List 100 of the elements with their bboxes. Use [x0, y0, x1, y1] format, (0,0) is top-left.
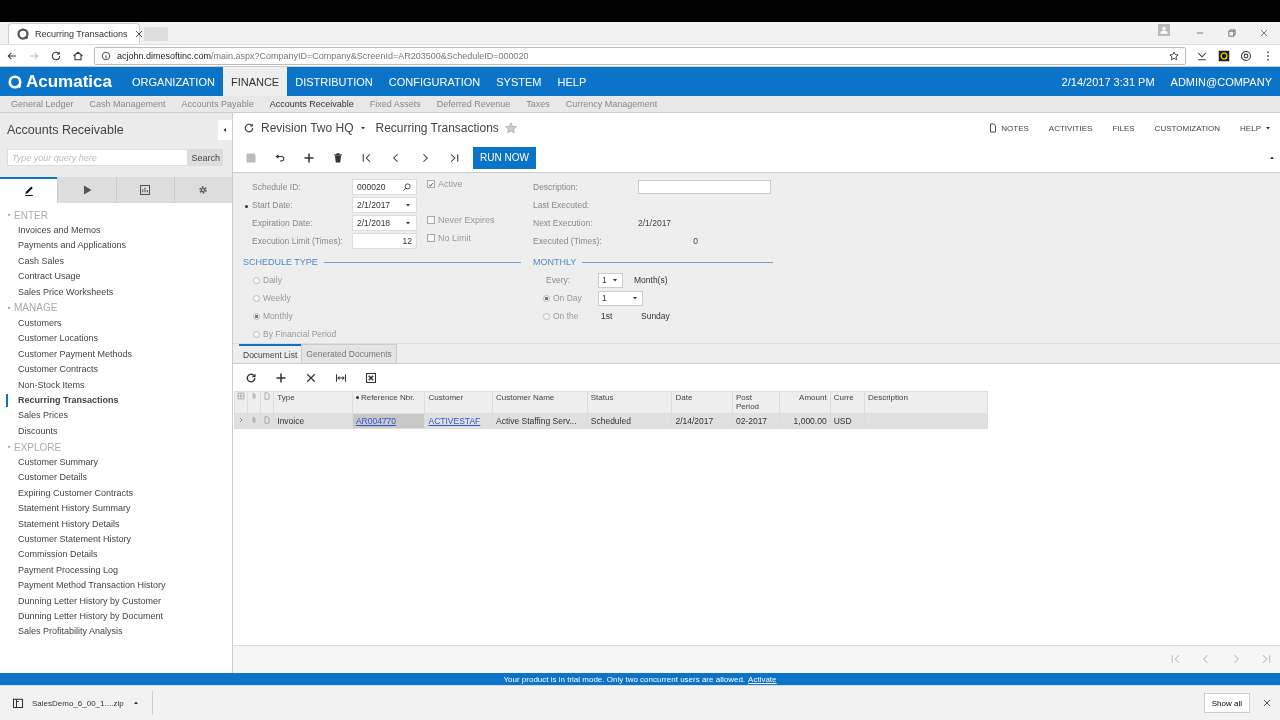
sidebar-item[interactable]: Customers — [6, 315, 232, 332]
sidebar-item[interactable]: Cash Sales — [6, 253, 232, 270]
address-bar[interactable]: acjohn.dimesoftinc.com/main.aspx?CompanyID=Company&ScreenId=AR203500&ScheduleID=000020 — [94, 46, 1186, 65]
caret-icon — [404, 201, 412, 209]
nav-menu-item[interactable]: ORGANIZATION — [124, 67, 223, 96]
nav-menu-item[interactable]: SYSTEM — [488, 67, 550, 96]
column-header[interactable]: Description — [864, 391, 988, 414]
nav-menu-item[interactable]: HELP — [549, 67, 595, 96]
close-icon[interactable] — [133, 29, 144, 39]
field-label: Description: — [533, 182, 579, 192]
dropdown[interactable]: 1 — [598, 272, 623, 288]
date-field[interactable]: 2/1/2018 — [352, 215, 417, 231]
sidebar-item[interactable]: Payments and Applications — [6, 238, 232, 254]
column-header[interactable]: Curre — [830, 391, 865, 414]
sidebar-item[interactable]: Customer Statement History — [6, 532, 232, 548]
header-link[interactable]: NOTES — [988, 123, 1029, 133]
favorite-star-icon[interactable] — [504, 122, 517, 134]
sidebar-item[interactable]: Sales Profitability Analysis — [6, 624, 232, 640]
refresh-icon[interactable] — [243, 122, 255, 134]
column-header[interactable]: Amount — [779, 391, 831, 414]
caret-up-icon — [131, 699, 140, 707]
extension-icon[interactable] — [1218, 49, 1230, 62]
caret-icon — [631, 294, 639, 302]
sidebar-item[interactable]: Sales Price Worksheets — [6, 284, 232, 300]
week-field[interactable]: 1st — [598, 311, 638, 321]
column-header[interactable]: Customer Name — [492, 391, 588, 414]
sidebar-item[interactable]: Customer Payment Methods — [6, 346, 232, 363]
sidebar-item[interactable]: Dunning Letter History by Customer — [6, 593, 232, 609]
sidebar-item[interactable]: Recurring Transactions — [6, 394, 232, 408]
sidebar-item[interactable]: Payment Processing Log — [6, 562, 232, 579]
fit-columns-icon — [335, 371, 347, 384]
show-all-button[interactable]: Show all — [1203, 693, 1250, 713]
input-field[interactable]: 000020 — [352, 179, 417, 195]
sidebar-item[interactable]: Expiring Customer Contracts — [6, 485, 232, 502]
unit-label: Month(s) — [634, 275, 668, 285]
field-label: Execution Limit (Times): — [252, 236, 344, 246]
browser-tab[interactable]: Recurring Transactions — [8, 23, 140, 44]
nav-menu-item[interactable]: DISTRIBUTION — [287, 67, 381, 96]
field-label: Schedule ID: — [252, 182, 302, 192]
sidebar-item[interactable]: Customer Contracts — [6, 362, 232, 378]
bookmark-star-icon[interactable] — [1169, 50, 1179, 61]
sidebar-item[interactable]: Discounts — [6, 423, 232, 440]
home-icon[interactable] — [72, 49, 84, 62]
link[interactable]: ACTIVESTAF — [428, 416, 481, 426]
tab[interactable]: Generated Documents — [301, 344, 397, 363]
user-menu[interactable]: ADMIN@COMPANY — [1162, 67, 1280, 96]
sidebar-item[interactable]: Customer Locations — [6, 331, 232, 347]
header-link[interactable]: CUSTOMIZATION — [1154, 123, 1221, 133]
download-item[interactable]: SalesDemo_6_00_1....zip — [12, 691, 153, 715]
trash-icon — [332, 151, 344, 164]
sidebar-item[interactable]: Invoices and Memos — [6, 223, 232, 239]
reload-icon[interactable] — [50, 49, 62, 62]
nav-menu-item[interactable]: CONFIGURATION — [380, 67, 489, 96]
company-selector[interactable]: Revision Two HQ — [261, 121, 354, 135]
nav-menu-item[interactable]: FINANCE — [222, 67, 288, 96]
column-header[interactable]: Status — [587, 391, 672, 414]
sidebar-item[interactable]: Statement History Details — [6, 516, 232, 532]
header-link[interactable]: HELP — [1240, 123, 1272, 133]
note-icon — [988, 123, 999, 133]
close-icon[interactable] — [1262, 698, 1272, 708]
description-field[interactable] — [638, 180, 771, 194]
field-label: Next Execution: — [533, 218, 594, 228]
search-field[interactable]: Type your query here — [7, 149, 189, 166]
field-label: Every: — [545, 275, 572, 285]
extension-icon[interactable] — [1240, 49, 1252, 62]
column-header[interactable]: Post Period — [732, 391, 780, 414]
weekday-field[interactable]: Sunday — [638, 311, 698, 321]
sidebar-item[interactable]: Contract Usage — [6, 269, 232, 285]
sidebar-item[interactable]: Commission Details — [6, 547, 232, 563]
column-header[interactable]: Customer — [425, 391, 493, 414]
sidebar-item[interactable]: Sales Prices — [6, 408, 232, 424]
sidebar-item[interactable]: Payment Method Transaction History — [6, 578, 232, 594]
sidebar-item[interactable]: Dunning Letter History by Document — [6, 608, 232, 625]
close-icon[interactable] — [1259, 28, 1269, 38]
header-link[interactable]: ACTIVITIES — [1048, 123, 1093, 133]
search-icon — [402, 182, 412, 192]
group-title: SCHEDULE TYPE — [243, 252, 521, 271]
run-now-button[interactable]: RUN NOW — [473, 146, 536, 169]
sidebar-item[interactable]: Customer Details — [6, 470, 232, 486]
column-header[interactable]: Reference Nbr. — [352, 391, 425, 414]
column-header[interactable]: Date — [671, 391, 733, 414]
caret-icon — [359, 124, 368, 132]
dropdown[interactable]: 1 — [598, 290, 643, 306]
input-field[interactable]: 12 — [352, 233, 417, 249]
column-header[interactable]: Type — [273, 391, 353, 414]
date-field[interactable]: 2/1/2017 — [352, 197, 417, 213]
link[interactable]: AR004770 — [355, 416, 397, 426]
search-button[interactable]: Search — [188, 149, 223, 166]
sidebar-item[interactable]: Customer Summary — [6, 455, 232, 471]
excel-export-icon — [365, 371, 377, 384]
header-link[interactable]: FILES — [1112, 123, 1135, 133]
activate-link[interactable]: Activate — [748, 674, 777, 684]
pencil-icon — [22, 185, 35, 197]
module-tab[interactable]: Accounts Receivable — [261, 99, 362, 109]
logo[interactable]: Acumatica — [0, 67, 124, 96]
sidebar-item[interactable]: Statement History Summary — [6, 501, 232, 517]
caret-icon — [6, 444, 12, 451]
refresh-icon — [245, 371, 257, 384]
sidebar-item[interactable]: Non-Stock Items — [6, 377, 232, 393]
restore-icon[interactable] — [1227, 28, 1237, 38]
